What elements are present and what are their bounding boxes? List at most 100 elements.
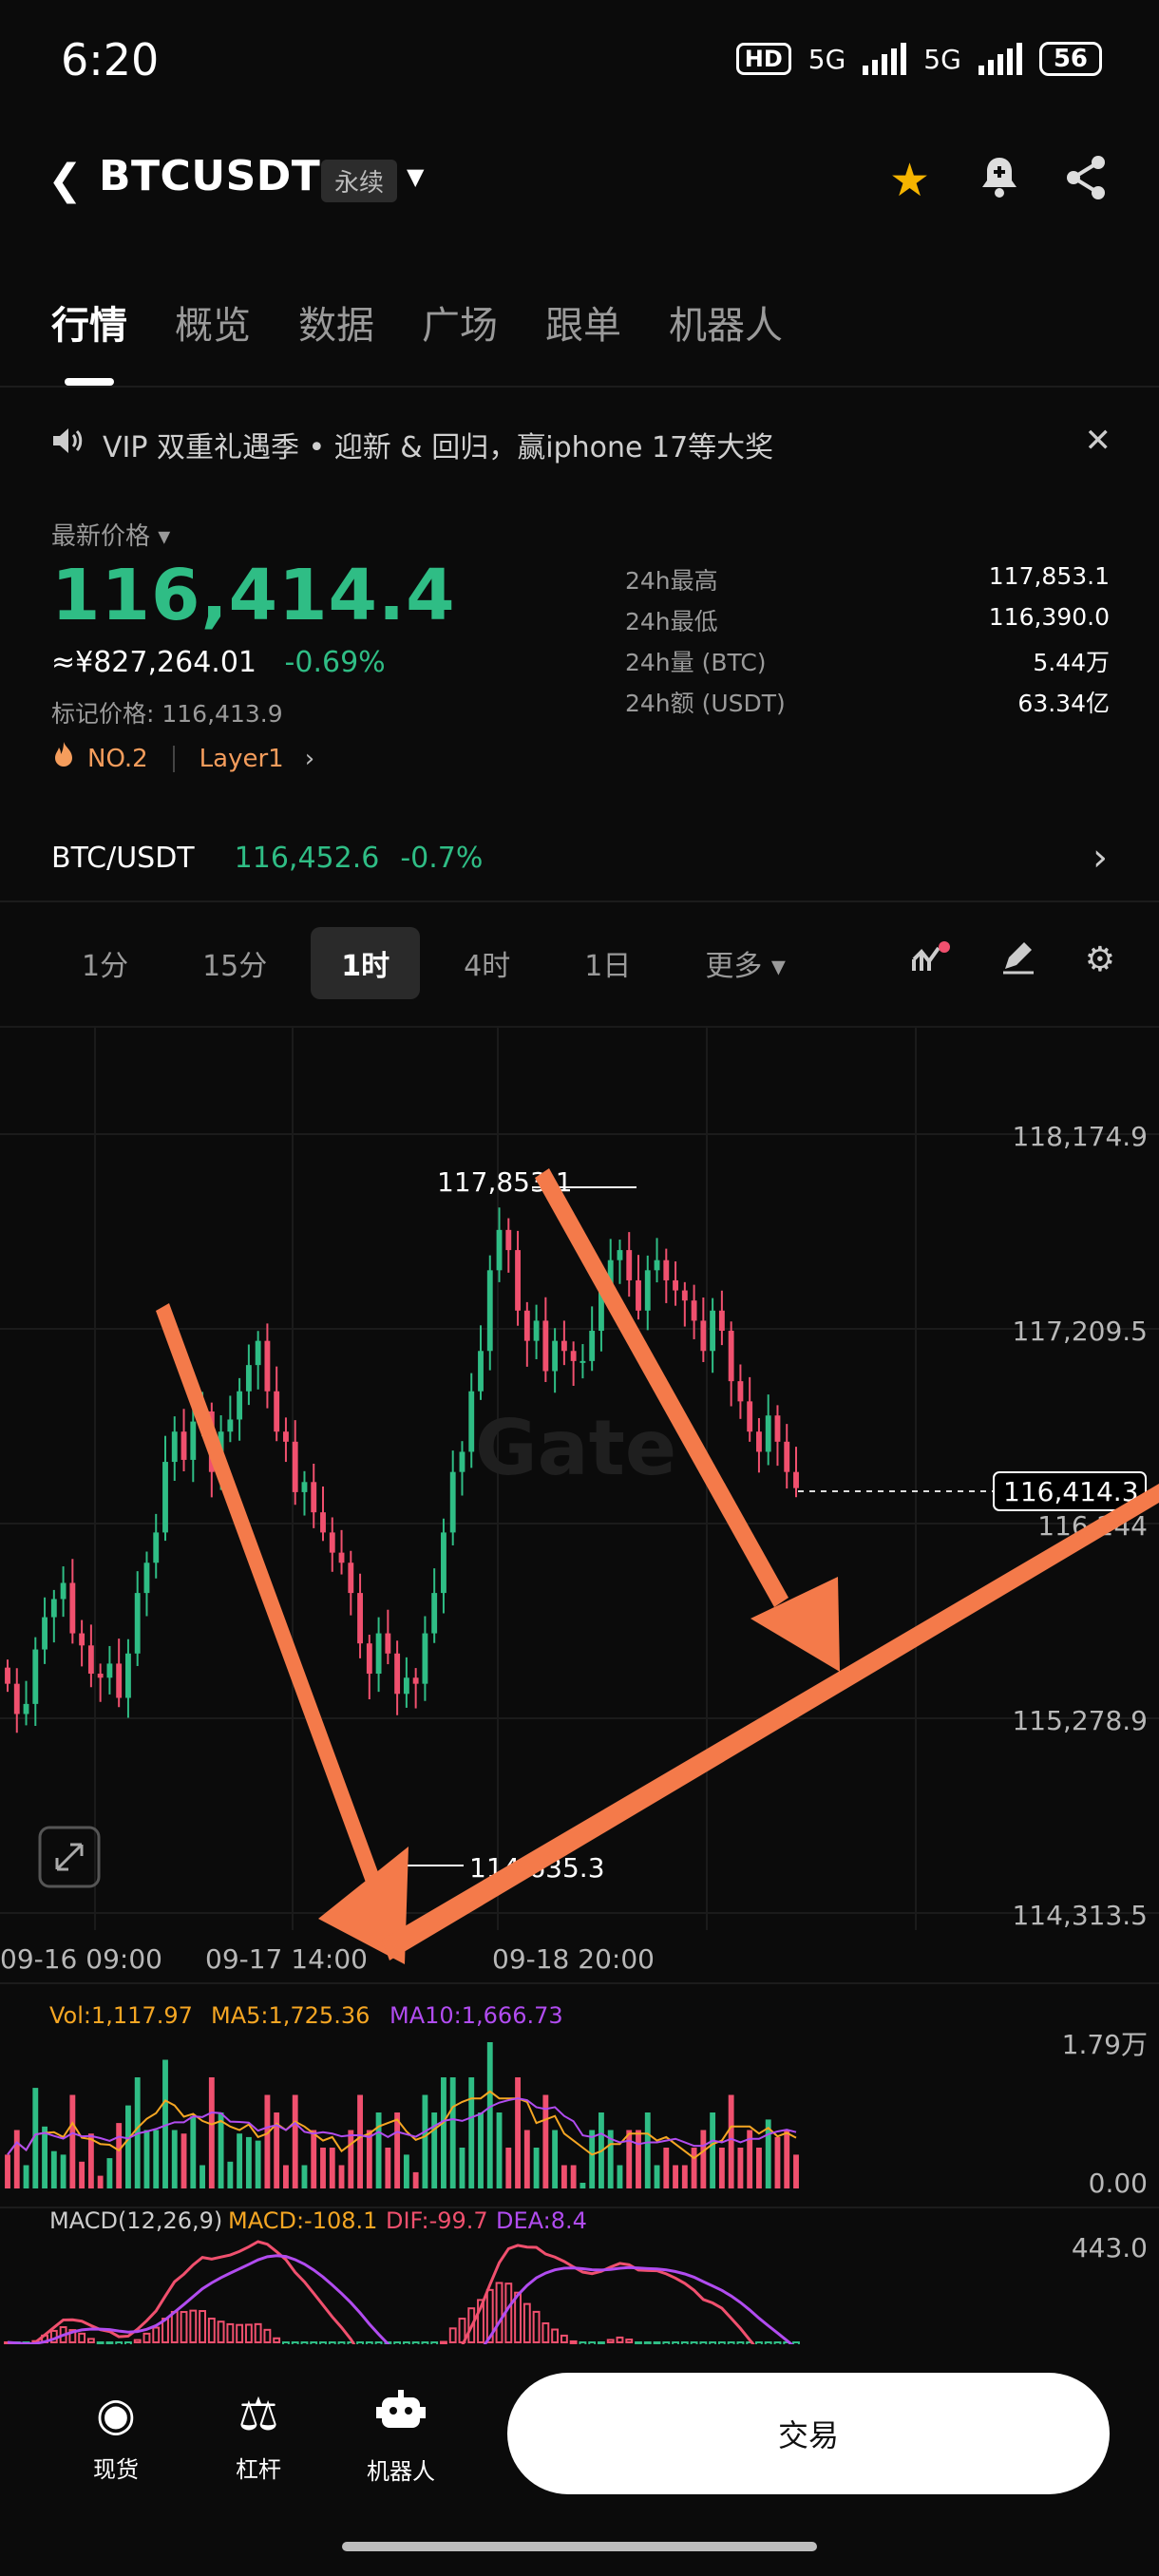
candle-body bbox=[23, 1703, 29, 1714]
volume-bar bbox=[496, 2112, 503, 2188]
candle-body bbox=[636, 1279, 641, 1311]
candle-body bbox=[515, 1250, 521, 1311]
status-bar: 6:20 HD 5G 5G 56 bbox=[0, 0, 1159, 123]
tab-market[interactable]: 行情 bbox=[51, 294, 127, 350]
chart-tools: ⚙ bbox=[910, 940, 1115, 983]
candle-body bbox=[617, 1250, 623, 1260]
trade-button[interactable]: 交易 bbox=[507, 2373, 1110, 2494]
volume-bar bbox=[515, 2077, 521, 2188]
volume-bar bbox=[106, 2158, 113, 2188]
candle-body bbox=[765, 1415, 771, 1452]
macd-hist-bar bbox=[133, 2339, 142, 2343]
mark-price: 标记价格: 116,413.9 bbox=[51, 700, 283, 728]
volume-min-label: 0.00 bbox=[1089, 2168, 1148, 2199]
candle-body bbox=[496, 1229, 503, 1271]
macd-hist-bar bbox=[254, 2322, 262, 2343]
candle-body bbox=[774, 1415, 781, 1442]
rank-line[interactable]: NO.2 Layer1 › bbox=[51, 741, 314, 776]
volume-bar bbox=[728, 2094, 734, 2188]
price-alert-bell-icon[interactable] bbox=[978, 154, 1020, 209]
spot-pair: BTC/USDT bbox=[51, 841, 195, 875]
spot-price-row[interactable]: BTC/USDT 116,452.6 -0.7% › bbox=[51, 836, 1108, 880]
interval-1h[interactable]: 1时 bbox=[311, 927, 421, 999]
x-tick-label: 09-17 14:00 bbox=[205, 1943, 368, 1975]
draw-pencil-icon[interactable] bbox=[1001, 940, 1036, 983]
spot-change: -0.7% bbox=[400, 841, 484, 875]
x-axis: 09-16 09:00 09-17 14:00 09-18 20:00 bbox=[0, 1943, 655, 1975]
candle-body bbox=[245, 1365, 252, 1392]
announcement-banner[interactable]: VIP 双重礼遇季 • 迎新 & 回归，赢iphone 17等大奖 bbox=[51, 424, 1115, 465]
symbol-title[interactable]: BTCUSDT bbox=[99, 152, 320, 200]
dif-value: DIF:-99.7 bbox=[386, 2207, 488, 2234]
candle-body bbox=[505, 1229, 512, 1251]
volume-bar bbox=[468, 2077, 475, 2188]
volume-bar bbox=[79, 2161, 86, 2188]
margin-nav-button[interactable]: ⚖ 杠杆 bbox=[201, 2388, 315, 2484]
spot-nav-button[interactable]: ◉ 现货 bbox=[59, 2388, 173, 2484]
candle-body bbox=[644, 1270, 651, 1311]
tab-bots[interactable]: 机器人 bbox=[669, 294, 783, 350]
candle-body bbox=[784, 1441, 790, 1472]
volume-bar bbox=[283, 2165, 289, 2188]
x-tick-label: 09-16 09:00 bbox=[0, 1943, 162, 1975]
candle-body bbox=[700, 1320, 707, 1352]
macd-hist-bar bbox=[170, 2310, 179, 2343]
candle-body bbox=[691, 1300, 697, 1321]
active-tab-indicator bbox=[65, 378, 114, 386]
dea-line bbox=[7, 2254, 794, 2344]
tab-copy-trading[interactable]: 跟单 bbox=[545, 294, 621, 350]
bot-nav-button[interactable]: 机器人 bbox=[344, 2388, 458, 2486]
volume-bar bbox=[412, 2171, 419, 2188]
interval-4h[interactable]: 4时 bbox=[433, 927, 541, 999]
macd-hist-bar bbox=[207, 2318, 216, 2344]
volume-bar bbox=[737, 2148, 744, 2188]
candle-body bbox=[552, 1340, 559, 1372]
indicator-icon[interactable] bbox=[910, 940, 952, 983]
close-icon[interactable]: ✕ bbox=[1085, 422, 1112, 460]
candle-body bbox=[681, 1290, 688, 1301]
interval-15m[interactable]: 15分 bbox=[172, 927, 297, 999]
volume-bar bbox=[292, 2094, 298, 2188]
volume-bar bbox=[227, 2161, 234, 2188]
volume-bar bbox=[180, 2133, 187, 2188]
chevron-down-icon[interactable]: ▼ bbox=[407, 163, 424, 190]
price-cny-line: ≈¥827,264.01 -0.69% bbox=[51, 646, 386, 679]
favorite-star-icon[interactable]: ★ bbox=[889, 154, 930, 207]
interval-1d[interactable]: 1日 bbox=[554, 927, 661, 999]
tab-data[interactable]: 数据 bbox=[298, 294, 374, 350]
candle-body bbox=[171, 1431, 178, 1463]
network-1-label: 5G bbox=[808, 43, 846, 75]
tab-square[interactable]: 广场 bbox=[422, 294, 498, 350]
macd-hist-bar bbox=[142, 2332, 151, 2343]
y-tick-label: 118,174.9 bbox=[1012, 1121, 1148, 1152]
macd-hist-bar bbox=[273, 2337, 281, 2344]
candle-body bbox=[237, 1391, 243, 1420]
candle-body bbox=[403, 1677, 409, 1695]
interval-more[interactable]: 更多 ▾ bbox=[674, 927, 816, 999]
candle-body bbox=[468, 1391, 475, 1452]
volume-bar bbox=[87, 2133, 94, 2188]
kline-chart[interactable]: Gate 118,174.9117,209.5116,244115,278.91… bbox=[0, 1028, 1159, 2344]
share-icon[interactable] bbox=[1064, 154, 1108, 205]
candle-body bbox=[589, 1331, 596, 1361]
stat-row-high: 24h最高 117,853.1 bbox=[625, 562, 1110, 595]
robot-icon bbox=[344, 2388, 458, 2443]
tab-overview[interactable]: 概览 bbox=[175, 294, 251, 350]
home-indicator[interactable] bbox=[342, 2542, 817, 2551]
latest-price-label[interactable]: 最新价格 ▾ bbox=[51, 517, 170, 552]
sector-tag: Layer1 bbox=[199, 744, 284, 773]
candle-body bbox=[441, 1532, 446, 1594]
candle-body bbox=[116, 1663, 123, 1698]
back-arrow-icon[interactable]: ❮ bbox=[48, 156, 83, 204]
candle-body bbox=[747, 1401, 753, 1432]
status-icons: HD 5G 5G 56 bbox=[735, 42, 1102, 76]
settings-gear-icon[interactable]: ⚙ bbox=[1085, 940, 1115, 983]
price-change: -0.69% bbox=[284, 646, 386, 679]
volume-bar bbox=[116, 2123, 123, 2188]
candle-body bbox=[162, 1462, 168, 1533]
candle-body bbox=[125, 1653, 131, 1698]
interval-1m[interactable]: 1分 bbox=[51, 927, 159, 999]
volume-bar bbox=[663, 2148, 670, 2188]
volume-bar bbox=[208, 2077, 215, 2188]
volume-bar bbox=[385, 2148, 391, 2188]
